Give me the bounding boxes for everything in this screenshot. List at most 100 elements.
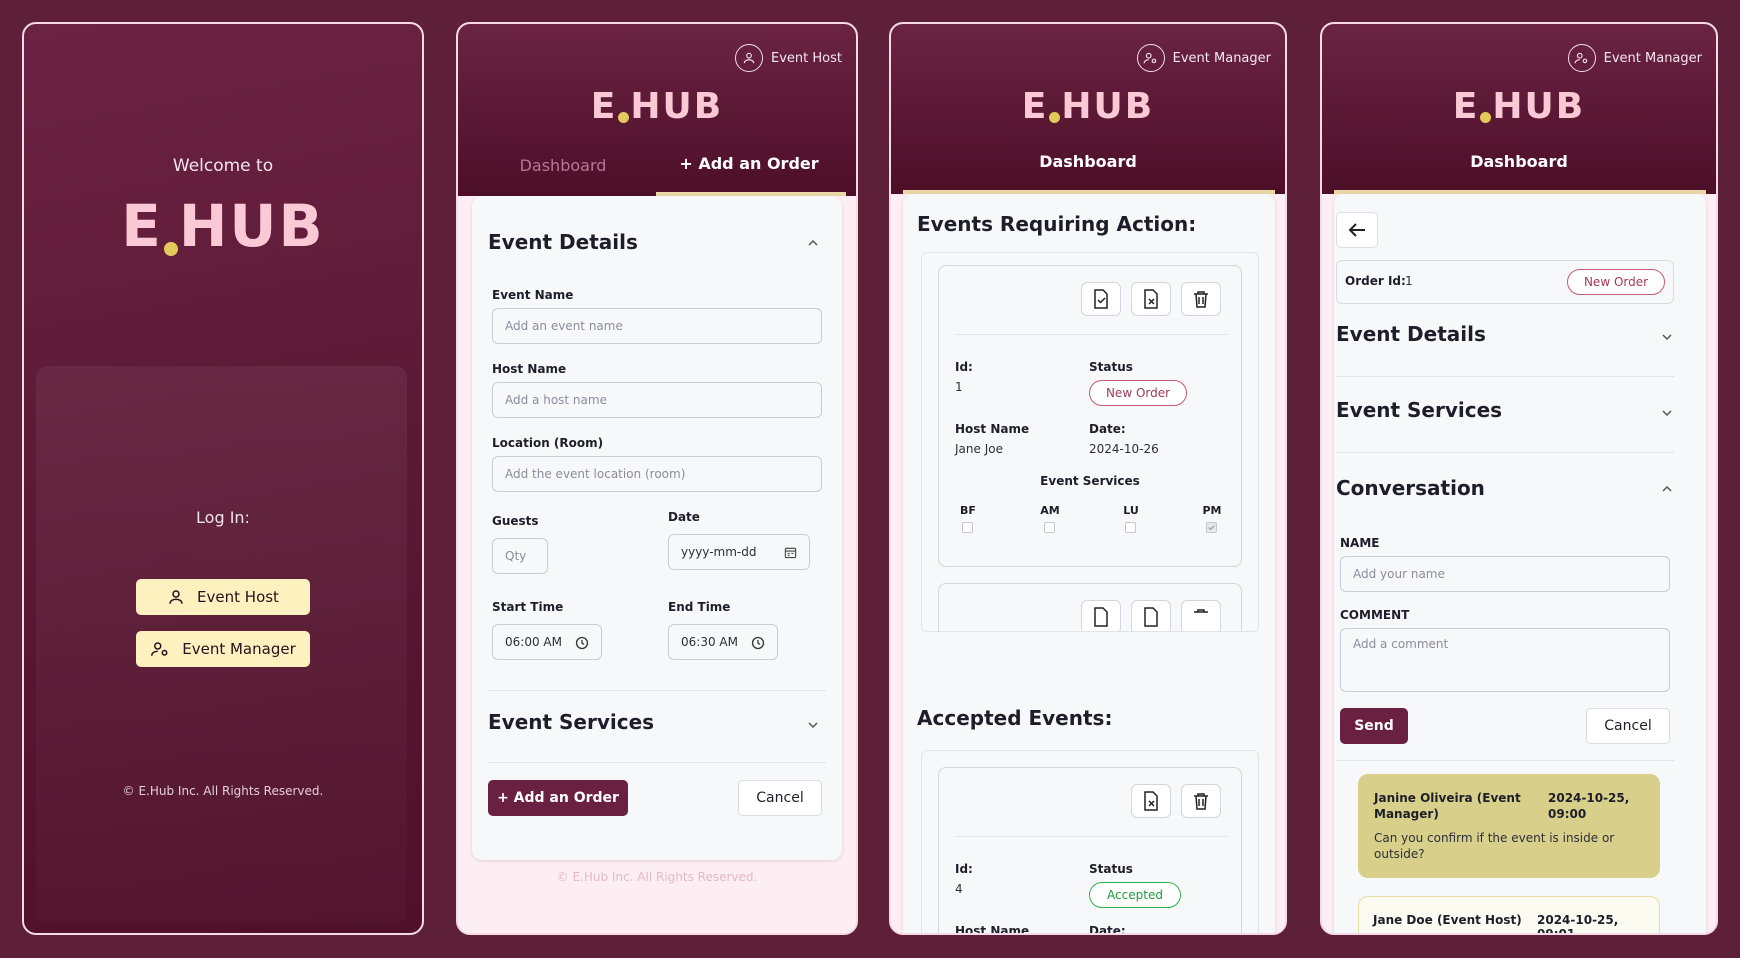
- host-name-label: Host Name: [955, 422, 1030, 436]
- start-time-value: 06:00 AM: [505, 635, 562, 649]
- host-name-input[interactable]: Add a host name: [492, 382, 822, 418]
- send-button[interactable]: Send: [1340, 708, 1408, 744]
- order-id-label: Order Id:: [1345, 274, 1406, 288]
- calendar-icon[interactable]: [784, 546, 797, 559]
- host-name-value: Jane Joe: [955, 442, 1003, 456]
- accepted-list[interactable]: Id: 4 Status Accepted Host Name Date:: [921, 750, 1259, 935]
- message-list[interactable]: Janine Oliveira (Event Manager) 2024-10-…: [1340, 774, 1670, 933]
- copyright: © E.Hub Inc. All Rights Reserved.: [122, 784, 324, 798]
- message-author: Janine Oliveira (Event Manager): [1374, 791, 1521, 821]
- header: Event Host E HUB Dashboard + Add an Order: [458, 24, 856, 196]
- date-input[interactable]: yyyy-mm-dd: [668, 534, 810, 570]
- event-details-title[interactable]: Event Details: [488, 230, 638, 254]
- start-time-label: Start Time: [492, 600, 564, 614]
- event-manager-label: Event Manager: [182, 640, 296, 658]
- service-lu-checkbox: [1125, 522, 1136, 533]
- accepted-events-title: Accepted Events:: [917, 706, 1113, 730]
- divider: [488, 690, 826, 691]
- date-label: Date: [668, 510, 700, 524]
- start-time-input[interactable]: 06:00 AM: [492, 624, 602, 660]
- role-label: Event Manager: [1172, 50, 1271, 66]
- ehub-logo: E HUB: [1021, 86, 1155, 127]
- chevron-up-icon[interactable]: [1660, 482, 1674, 496]
- id-label: Id:: [955, 862, 973, 876]
- add-order-screen: Event Host E HUB Dashboard + Add an Order…: [456, 22, 858, 935]
- file-check-icon: [1094, 607, 1108, 627]
- user-gear-icon: [1136, 44, 1165, 72]
- reject-button[interactable]: [1131, 600, 1171, 631]
- event-manager-login-button[interactable]: Event Manager: [136, 631, 310, 667]
- message-text: Can you confirm if the event is inside o…: [1374, 831, 1615, 861]
- chevron-down-icon[interactable]: [1660, 406, 1674, 420]
- tab-dashboard[interactable]: Dashboard: [891, 152, 1285, 171]
- add-order-button[interactable]: + Add an Order: [488, 780, 628, 816]
- id-value: 4: [955, 882, 963, 896]
- role-indicator[interactable]: Event Manager: [1567, 44, 1702, 72]
- comment-label: COMMENT: [1340, 608, 1410, 622]
- end-time-value: 06:30 AM: [681, 635, 738, 649]
- event-name-input[interactable]: Add an event name: [492, 308, 822, 344]
- role-indicator[interactable]: Event Host: [735, 44, 842, 72]
- tab-dashboard[interactable]: Dashboard: [478, 156, 648, 175]
- service-am-label: AM: [1040, 504, 1060, 517]
- reject-button[interactable]: [1131, 282, 1171, 316]
- delete-button[interactable]: [1181, 784, 1221, 818]
- tab-dashboard[interactable]: Dashboard: [1322, 152, 1716, 171]
- role-indicator[interactable]: Event Manager: [1136, 44, 1271, 72]
- delete-button[interactable]: [1181, 600, 1221, 631]
- divider: [1336, 760, 1674, 761]
- event-card: [938, 583, 1242, 631]
- chevron-down-icon[interactable]: [806, 718, 820, 732]
- name-input[interactable]: Add your name: [1340, 556, 1670, 592]
- event-details-title[interactable]: Event Details: [1336, 322, 1486, 346]
- end-time-label: End Time: [668, 600, 731, 614]
- user-icon: [169, 590, 183, 604]
- event-name-label: Event Name: [492, 288, 574, 302]
- date-label: Date:: [1089, 422, 1126, 436]
- divider: [955, 836, 1227, 837]
- back-button[interactable]: [1336, 212, 1378, 248]
- logo-dot-icon: [618, 112, 630, 123]
- status-badge: Accepted: [1089, 882, 1181, 908]
- guests-input[interactable]: Qty: [492, 538, 548, 574]
- divider: [1336, 452, 1674, 453]
- ehub-logo: E HUB: [590, 86, 724, 127]
- message-item: Janine Oliveira (Event Manager) 2024-10-…: [1358, 774, 1660, 878]
- accept-button[interactable]: [1081, 600, 1121, 631]
- event-services-title[interactable]: Event Services: [1336, 398, 1502, 422]
- cancel-button[interactable]: Cancel: [738, 780, 822, 816]
- manager-dashboard-screen: Event Manager E HUB Dashboard Events Requ…: [889, 22, 1287, 935]
- location-input[interactable]: Add the event location (room): [492, 456, 822, 492]
- order-id-value: 1: [1405, 274, 1413, 288]
- requiring-list[interactable]: Id: 1 Status New Order Host Name Jane Jo…: [921, 252, 1259, 632]
- event-card: Id: 1 Status New Order Host Name Jane Jo…: [938, 265, 1242, 567]
- file-x-icon: [1144, 791, 1158, 811]
- clock-icon[interactable]: [751, 636, 765, 650]
- chevron-down-icon[interactable]: [1660, 330, 1674, 344]
- order-form-card: Event Details Event Name Add an event na…: [472, 196, 842, 860]
- file-check-icon: [1094, 289, 1108, 309]
- date-label: Date:: [1089, 924, 1126, 935]
- accept-button[interactable]: [1081, 282, 1121, 316]
- requiring-action-title: Events Requiring Action:: [917, 212, 1197, 236]
- message-item: Jane Doe (Event Host) 2024-10-25, 09:01: [1358, 896, 1660, 933]
- date-value: 2024-10-26: [1089, 442, 1159, 456]
- conversation-title[interactable]: Conversation: [1336, 476, 1485, 500]
- service-bf-checkbox: [962, 522, 973, 533]
- check-icon: [1208, 525, 1215, 531]
- trash-icon: [1194, 793, 1208, 810]
- user-icon: [735, 44, 764, 72]
- tab-add-order[interactable]: + Add an Order: [654, 154, 844, 173]
- comment-textarea[interactable]: Add a comment: [1340, 628, 1670, 692]
- delete-button[interactable]: [1181, 282, 1221, 316]
- event-host-login-button[interactable]: Event Host: [136, 579, 310, 615]
- end-time-input[interactable]: 06:30 AM: [668, 624, 778, 660]
- arrow-left-icon: [1348, 223, 1365, 237]
- reject-button[interactable]: [1131, 784, 1171, 818]
- chevron-up-icon[interactable]: [806, 236, 820, 250]
- event-services-title[interactable]: Event Services: [488, 710, 654, 734]
- cancel-button[interactable]: Cancel: [1586, 708, 1670, 744]
- logo-dot-icon: [1049, 112, 1061, 123]
- clock-icon[interactable]: [575, 636, 589, 650]
- login-screen: Welcome to E HUB Log In: Event Host Event…: [22, 22, 424, 935]
